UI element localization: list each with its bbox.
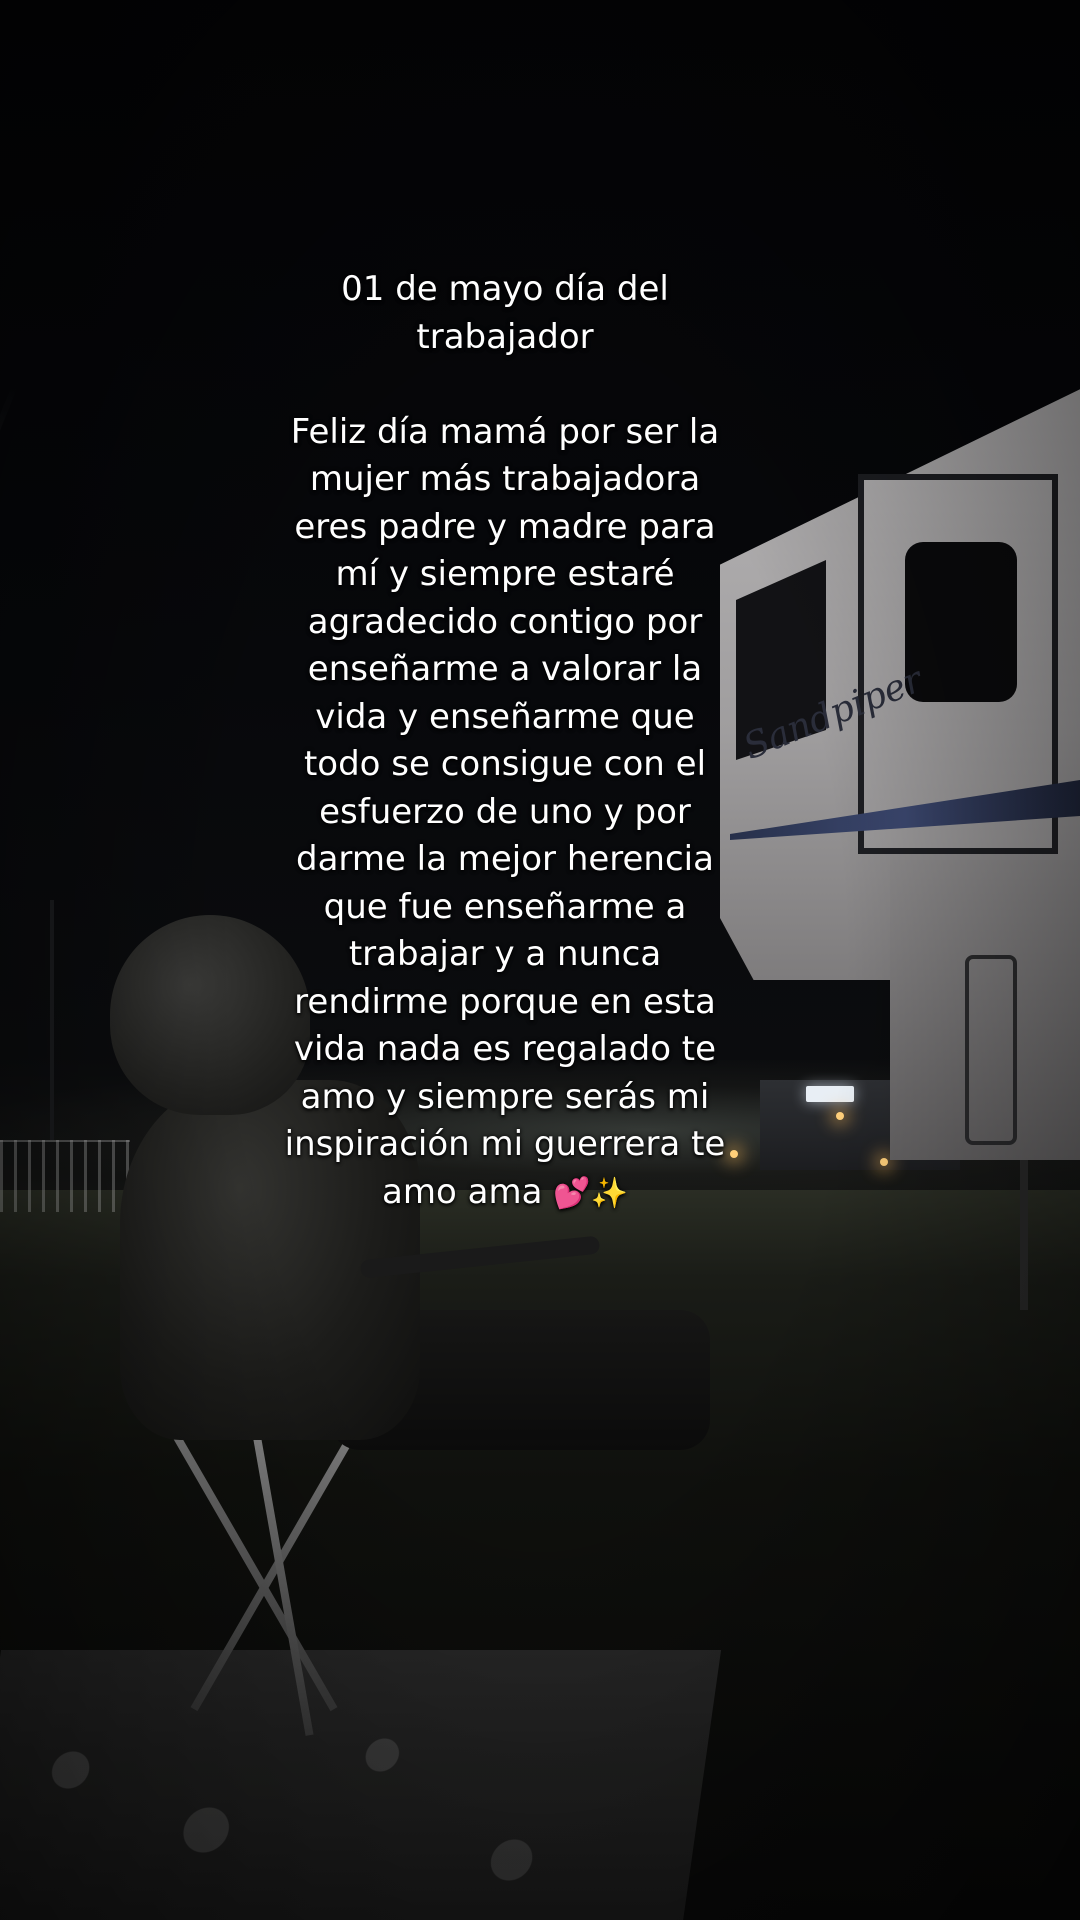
awning-arm bbox=[0, 380, 20, 865]
photo-background: Sandpiper 01 de mayo día del trabajador … bbox=[0, 0, 1080, 1920]
caption-overlay: 01 de mayo día del trabajador Feliz día … bbox=[240, 266, 770, 1217]
outdoor-rug bbox=[0, 1650, 722, 1920]
rv-door bbox=[965, 955, 1017, 1145]
caption-body-wrap: Feliz día mamá por ser la mujer más trab… bbox=[285, 412, 726, 1212]
rv-window bbox=[905, 542, 1017, 702]
caption-body: Feliz día mamá por ser la mujer más trab… bbox=[284, 411, 726, 1212]
street-lamp bbox=[836, 1112, 844, 1120]
street-lamp bbox=[880, 1158, 888, 1166]
fence bbox=[0, 1140, 130, 1212]
caption-gap bbox=[240, 361, 770, 409]
light-pole bbox=[50, 900, 54, 1140]
building-sign-light bbox=[806, 1086, 854, 1102]
rv-support-leg bbox=[1020, 1160, 1028, 1310]
sparkles-icon: ✨ bbox=[590, 1175, 628, 1211]
caption-title: 01 de mayo día del trabajador bbox=[341, 269, 669, 357]
two-hearts-icon: 💕 bbox=[553, 1175, 591, 1211]
